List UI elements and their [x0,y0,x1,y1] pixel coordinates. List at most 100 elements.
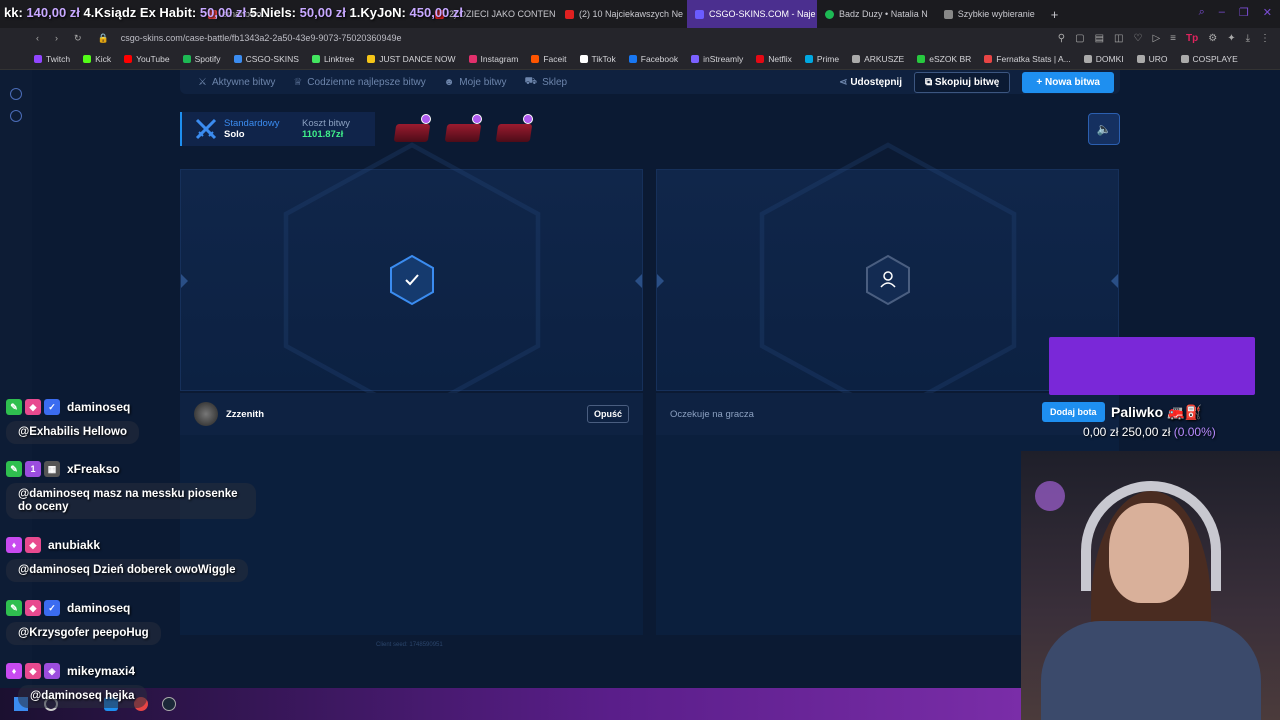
tab-spotify[interactable]: Badz Duzy • Natalia N [817,0,936,28]
menu-icon[interactable]: ⋮ [1260,33,1270,44]
bookmark-icon [756,54,765,63]
fuel-goal-stats: 0,00 zł 250,00 zł (0.00%) [1083,425,1216,439]
donation-ticker: kk: 140,00 zł 4.Ksiądz Ex Habit: 50,00 z… [4,5,463,20]
chat-username: daminoseq [67,601,131,615]
copy-battle-button[interactable]: ⧉ Skopiuj bitwę [914,71,1011,93]
ticker-amount: 450,00 zł [409,5,464,20]
sound-toggle-button[interactable]: 🔈 [1088,113,1120,145]
wallet-icon[interactable]: ◫ [1114,33,1123,44]
chat-text: @daminoseq masz na messku piosenke do oc… [6,483,256,519]
bookmark-icon [468,54,477,63]
bookmark-item[interactable]: URO [1136,54,1168,64]
play-icon[interactable]: ▷ [1152,33,1160,44]
bookmark-item[interactable]: Instagram [468,54,518,64]
bookmark-icon [804,54,813,63]
heart-icon[interactable]: ♡ [1133,33,1142,44]
screenshot-icon[interactable]: ▢ [1075,33,1084,44]
nav-daily-best[interactable]: ♕ Codzienne najlepsze bitwy [293,77,425,88]
minimize-icon[interactable]: – [1219,6,1225,19]
extension-tp-icon[interactable]: Tp [1186,33,1198,44]
extension-icon[interactable]: ⚙ [1208,33,1217,44]
bookmark-icon [628,54,637,63]
arrow-left-icon [181,274,188,288]
badge-icon: ✎ [6,600,22,616]
bookmark-item[interactable]: Prime [804,54,839,64]
lock-icon: 🔒 [97,32,109,43]
bookmark-label: ARKUSZE [864,53,905,64]
bookmark-label: JUST DANCE NOW [379,53,456,64]
waiting-label: Oczekuje na gracza [670,408,754,420]
bookmark-item[interactable]: Kick [83,54,111,64]
bookmark-label: DOMKI [1095,53,1124,64]
new-tab-button[interactable]: + [1043,0,1067,28]
maximize-icon[interactable]: ❐ [1239,6,1249,19]
bookmark-item[interactable]: DOMKI [1083,53,1124,64]
bookmark-item[interactable]: CSGO-SKINS [233,54,299,64]
bookmark-icon [233,54,242,63]
arrow-right-icon [635,274,642,288]
extensions-bar: ⚲ ▢ ▤ ◫ ♡ ▷ ≡ Tp ⚙ ✦ ⤓ ⋮ [1058,33,1280,44]
bookmark-item[interactable]: Faceit [531,54,567,64]
bookmark-item[interactable]: ARKUSZE [852,54,904,64]
site-header: ⚔ Aktywne bitwy ♕ Codzienne najlepsze bitw… [180,70,1120,94]
battle-cost-label: Koszt bitwy [302,118,351,129]
ticker-amount: 50,00 zł [199,5,247,20]
settings-icon[interactable] [10,110,22,122]
bookmark-item[interactable]: inStreamly [691,54,743,64]
leave-button[interactable]: Opuść [586,405,629,423]
bookmark-item[interactable]: Twitch [34,54,70,64]
bookmarks-bar: Twitch Kick YouTube Spotify CSGO-SKINS Linktr… [0,48,1280,70]
tab-speed-dial[interactable]: Szybkie wybieranie [936,0,1043,28]
nav-my-battles[interactable]: ☻ Moje bitwy [444,77,507,88]
chat-message: ♦ ◆ anubiakk @daminoseq Dzień doberek ow… [6,534,248,582]
reader-icon[interactable]: ▤ [1095,33,1104,44]
pin-icon[interactable]: ⚲ [1058,33,1065,44]
new-battle-button[interactable]: + Nowa bitwa [1022,71,1114,93]
bookmark-label: TikTok [591,53,616,64]
back-icon[interactable]: ‹ [36,33,39,44]
close-icon[interactable]: ✕ [1263,6,1272,19]
add-bot-button[interactable]: Dodaj bota [1042,402,1105,422]
bookmark-item[interactable]: eSZOK BR [917,54,971,64]
playlist-icon[interactable]: ≡ [1170,33,1176,44]
headphones-icon [1081,481,1221,591]
player-name: Zzzenith [226,408,264,420]
badge-icon: ▦ [44,461,60,477]
bookmark-item[interactable]: JUST DANCE NOW [367,53,456,64]
steam-icon[interactable] [162,697,176,711]
chat-username: anubiakk [48,538,101,552]
puzzle-icon[interactable]: ✦ [1227,33,1235,44]
bookmark-label: COSPLAYE [1192,53,1238,64]
bookmark-label: Twitch [46,53,71,64]
address-input[interactable]: csgo-skins.com/case-battle/fb1343a2-2a50… [121,33,1058,43]
search-icon[interactable]: ⌕ [1199,6,1205,19]
fuel-goal-title: Paliwko 🚒⛽ [1111,404,1202,420]
bookmark-item[interactable]: Facebook [628,54,678,64]
download-icon[interactable]: ⤓ [1246,33,1250,44]
forward-icon[interactable]: › [55,33,58,44]
bookmark-item[interactable]: Netflix [756,54,792,64]
bookmark-label: Kick [95,53,112,64]
bookmark-item[interactable]: Spotify [182,54,221,64]
bookmark-item[interactable]: Fernatka Stats | A... [984,54,1071,64]
case-count-badge [421,114,431,124]
badge-icon: ♦ [6,537,22,553]
bookmark-item[interactable]: YouTube [124,54,170,64]
bookmark-icon [124,54,133,63]
chat-message: ♦ ◆ ◈ mikeymaxi4 [6,660,135,682]
webcam-overlay [1021,451,1280,720]
bookmark-item[interactable]: Linktree [311,54,354,64]
chat-message: ✎ 1 ▦ xFreakso @daminoseq masz na messku… [6,458,256,519]
bookmark-item[interactable]: TikTok [579,53,616,64]
history-icon[interactable] [10,88,22,100]
csgo-skins-icon [695,9,705,19]
tab-3[interactable]: (2) 10 Najciekawszych Ne [557,0,687,28]
nav-shop[interactable]: ⛟ Sklep [524,76,567,89]
tab-csgo-skins[interactable]: CSGO-SKINS.COM - Naje [687,0,818,28]
reload-icon[interactable]: ↻ [74,33,82,44]
bookmark-icon [852,54,861,63]
bookmark-item[interactable]: COSPLAYE [1180,53,1238,64]
badge-icon: ◆ [25,600,41,616]
nav-active-battles[interactable]: ⚔ Aktywne bitwy [198,77,275,88]
share-button[interactable]: ⋖ Udostępnij [839,77,902,88]
